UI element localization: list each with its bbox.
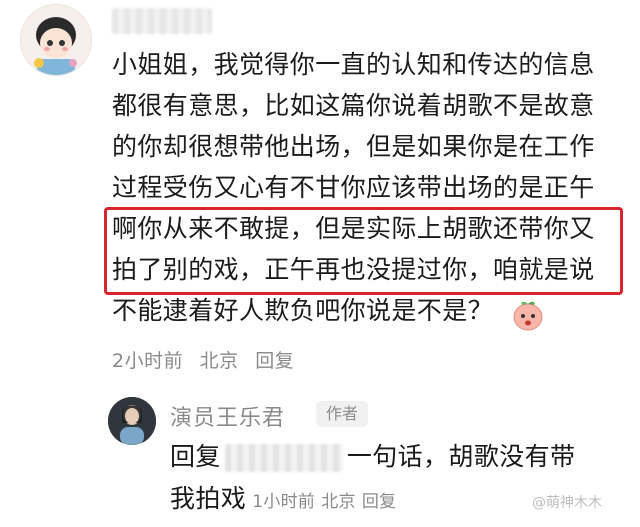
comment-line: 过程受伤又心有不甘你应该带出场的是正午 — [112, 173, 595, 202]
comment-time: 2小时前 — [112, 350, 184, 372]
reply-text-line: 我拍戏 1小时前 北京 回复 — [170, 482, 402, 519]
author-name[interactable]: 演员王乐君 — [170, 400, 285, 432]
watermark: @萌神木木 — [532, 495, 602, 511]
mentioned-user-blurred[interactable] — [224, 444, 343, 472]
reply-text-line: 回复 一句话，胡歌没有带 — [170, 440, 575, 474]
comment-line: 的你却很想带他出场，但是如果你是在工作 — [112, 132, 595, 161]
author-badge: 作者 — [316, 401, 368, 427]
reply-time: 1小时前 — [252, 492, 316, 512]
highlight-box — [104, 207, 623, 295]
author-avatar[interactable] — [108, 397, 156, 445]
comment-line: 不能逮着好人欺负吧你说是不是？ — [112, 296, 494, 325]
reply-text-suffix: 一句话，胡歌没有带 — [346, 442, 576, 471]
commenter-name-blurred[interactable] — [112, 8, 212, 34]
commenter-avatar[interactable] — [20, 4, 92, 76]
comment-location: 北京 — [199, 350, 239, 372]
reply-location: 北京 — [321, 492, 356, 512]
reply-meta: 1小时前 北京 回复 — [252, 492, 402, 512]
comment-line: 小姐姐，我觉得你一直的认知和传达的信息 — [112, 50, 595, 79]
reply-reply-button[interactable]: 回复 — [362, 492, 397, 512]
reply-text-end: 我拍戏 — [170, 484, 247, 513]
cartoon-avatar-icon — [21, 5, 91, 75]
peach-emoji-icon — [510, 296, 546, 332]
reply-button[interactable]: 回复 — [255, 350, 294, 372]
reply-prefix: 回复 — [170, 442, 221, 471]
portrait-avatar-icon — [108, 397, 156, 445]
comment-line: 都很有意思，比如这篇你说着胡歌不是故意 — [112, 91, 595, 120]
comment-meta: 2小时前 北京 回复 — [112, 346, 304, 373]
